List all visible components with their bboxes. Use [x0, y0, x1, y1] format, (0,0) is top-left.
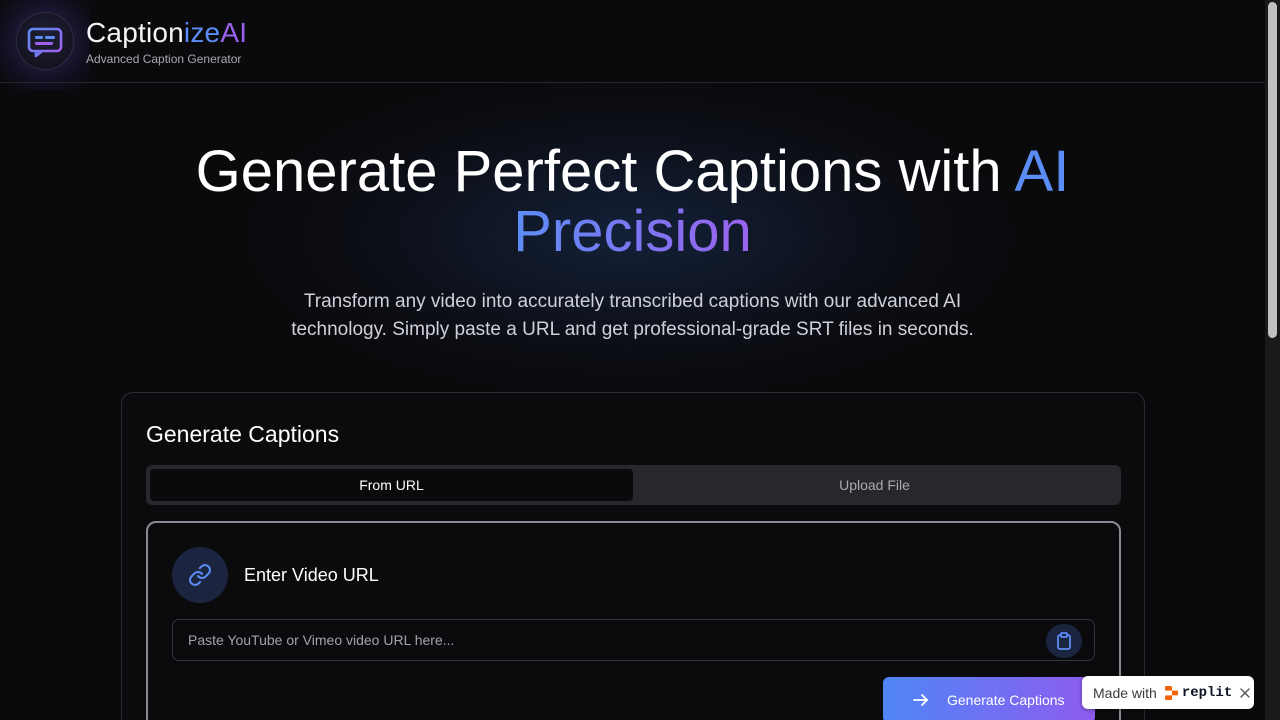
tab-upload-file[interactable]: Upload File — [633, 469, 1116, 501]
made-with-text: Made with — [1093, 684, 1157, 701]
brand-part-ai: AI — [220, 17, 248, 48]
video-url-input[interactable] — [172, 619, 1095, 661]
brand-name[interactable]: CaptionizeAI — [86, 17, 247, 49]
app-header: CaptionizeAI Advanced Caption Generator — [0, 0, 1265, 90]
replit-wordmark: replit — [1181, 684, 1233, 701]
brand-part-ize: ize — [183, 17, 221, 48]
generate-captions-card: Generate Captions From URL Upload File E… — [121, 392, 1145, 720]
hero-title-precision: Precision — [513, 199, 752, 264]
generate-captions-button[interactable]: Generate Captions — [883, 677, 1095, 720]
replit-logo-icon — [1164, 685, 1178, 700]
hero-title: Generate Perfect Captions with AI Precisi… — [0, 142, 1265, 262]
made-with-replit-badge[interactable]: Made with replit — [1082, 676, 1254, 709]
brand-part-caption: Caption — [86, 17, 184, 48]
card-title: Generate Captions — [146, 421, 340, 447]
hero-title-ai: AI — [1014, 139, 1070, 204]
clipboard-icon[interactable] — [1046, 624, 1082, 658]
page-scrollbar[interactable] — [1265, 0, 1280, 720]
hero-title-main: Generate Perfect Captions with — [195, 139, 1015, 204]
source-tabs: From URL Upload File — [146, 465, 1121, 505]
scrollbar-thumb[interactable] — [1268, 2, 1277, 338]
tab-from-url[interactable]: From URL — [150, 469, 633, 501]
brand-tagline: Advanced Caption Generator — [86, 52, 242, 66]
link-icon — [172, 547, 228, 603]
generate-captions-label: Generate Captions — [947, 692, 1065, 708]
arrow-right-icon — [913, 693, 929, 707]
url-panel: Enter Video URL Generate Captions — [146, 521, 1121, 720]
close-icon[interactable] — [1240, 687, 1250, 698]
captions-logo-icon[interactable] — [16, 12, 74, 70]
url-panel-title: Enter Video URL — [244, 565, 379, 585]
hero-subtitle: Transform any video into accurately tran… — [291, 291, 974, 340]
